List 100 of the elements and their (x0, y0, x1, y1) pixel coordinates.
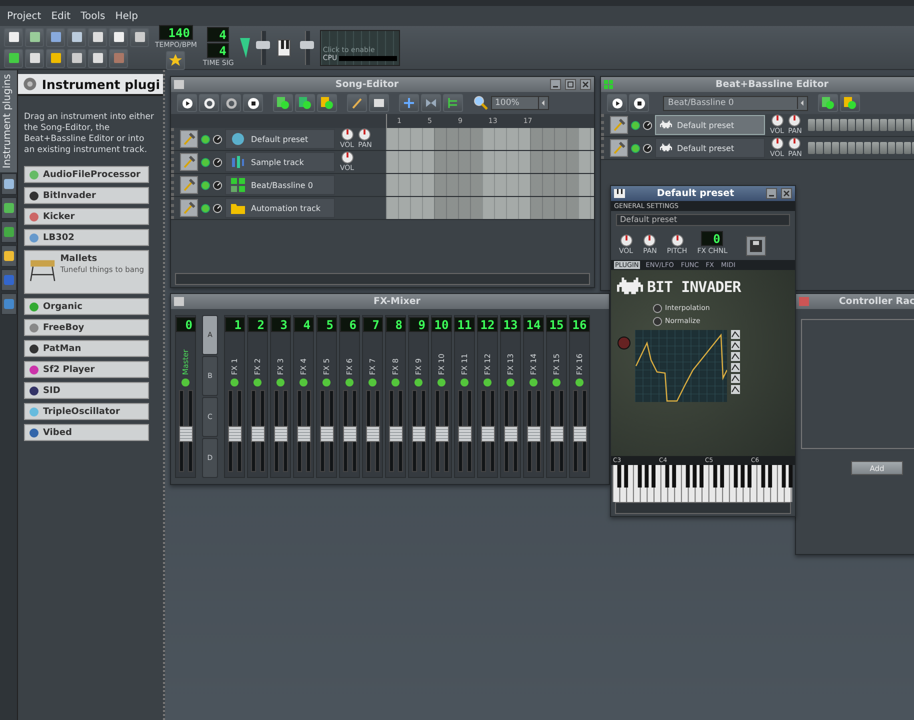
step-button[interactable] (824, 142, 831, 154)
play-button[interactable] (607, 94, 627, 112)
hammer-icon[interactable] (180, 199, 198, 217)
side-tab-button[interactable] (1, 293, 17, 316)
wave-shape-button[interactable] (731, 330, 740, 339)
edit-mode-button[interactable] (369, 94, 389, 112)
fader-handle[interactable] (320, 426, 334, 442)
knob[interactable] (620, 234, 633, 247)
side-tab-button[interactable] (1, 173, 17, 196)
mute-led[interactable] (345, 378, 354, 387)
fader-handle[interactable] (412, 426, 426, 442)
step-button[interactable] (840, 142, 847, 154)
mute-led[interactable] (391, 378, 400, 387)
track-name-button[interactable]: Default preset (225, 129, 335, 149)
step-button[interactable] (816, 119, 823, 131)
fader-handle[interactable] (342, 426, 356, 442)
fader-handle[interactable] (250, 426, 264, 442)
step-button[interactable] (832, 119, 839, 131)
step-button[interactable] (896, 119, 903, 131)
mute-led[interactable] (575, 378, 584, 387)
mute-led[interactable] (181, 378, 190, 387)
star-button[interactable] (166, 51, 186, 70)
mute-led[interactable] (631, 120, 640, 130)
knob[interactable] (788, 114, 802, 127)
plugin-item[interactable]: SID (24, 382, 149, 399)
toolbar-button[interactable] (130, 28, 149, 46)
menu-item[interactable]: Tools (78, 8, 108, 24)
toolbar-button[interactable] (46, 48, 65, 68)
knob[interactable] (340, 151, 354, 164)
step-button[interactable] (848, 142, 855, 154)
step-button[interactable] (848, 119, 855, 131)
toolbar-button[interactable] (67, 28, 86, 46)
mute-led[interactable] (299, 378, 308, 387)
preset-name-field[interactable]: Default preset (616, 214, 790, 226)
record-button[interactable] (199, 94, 219, 112)
horizontal-scrollbar[interactable] (175, 273, 590, 285)
mute-led[interactable] (483, 378, 492, 387)
step-button[interactable] (904, 142, 911, 154)
track-lane[interactable] (386, 174, 594, 196)
plugin-item[interactable]: PatMan (24, 340, 149, 357)
wave-shape-button[interactable] (731, 384, 740, 394)
plugin-item[interactable]: TripleOscillator (24, 403, 149, 420)
hammer-icon[interactable] (180, 153, 198, 171)
solo-knob[interactable] (643, 120, 652, 130)
track-lane[interactable] (386, 151, 594, 173)
minimize-button[interactable] (550, 79, 561, 90)
step-button[interactable] (864, 142, 871, 154)
fader-handle[interactable] (228, 426, 242, 442)
fader-handle[interactable] (526, 426, 540, 442)
hammer-icon[interactable] (180, 176, 198, 194)
mute-led[interactable] (460, 378, 469, 387)
side-tab-button[interactable] (1, 245, 17, 268)
mute-led[interactable] (552, 378, 561, 387)
fader-handle[interactable] (434, 426, 448, 442)
side-tab-button[interactable] (1, 197, 17, 220)
knob[interactable] (670, 234, 684, 247)
mute-led[interactable] (506, 378, 515, 387)
toolbar-button[interactable] (109, 28, 128, 46)
mute-led[interactable] (322, 378, 331, 387)
toolbar-button[interactable] (88, 48, 107, 68)
mute-led[interactable] (631, 144, 640, 152)
draw-mode-button[interactable] (347, 94, 367, 112)
mute-led[interactable] (230, 378, 239, 387)
mute-led[interactable] (414, 378, 423, 387)
fader-handle[interactable] (178, 426, 192, 442)
fader-handle[interactable] (366, 426, 380, 442)
menu-item[interactable]: Help (112, 8, 142, 24)
mute-led[interactable] (201, 158, 210, 166)
solo-knob[interactable] (213, 180, 222, 190)
hammer-icon[interactable] (610, 139, 628, 157)
fader-handle[interactable] (504, 426, 518, 442)
step-button[interactable] (832, 142, 839, 154)
knob[interactable] (770, 137, 784, 150)
step-button[interactable] (888, 119, 895, 131)
step-button[interactable] (808, 142, 815, 154)
plugin-item[interactable]: AudioFileProcessor (24, 166, 149, 183)
fader-handle[interactable] (480, 426, 494, 442)
knob[interactable] (770, 114, 784, 127)
play-button[interactable] (177, 94, 197, 112)
knob[interactable] (358, 128, 372, 141)
step-button[interactable] (904, 119, 911, 131)
side-tab[interactable]: Instrument plugins (0, 70, 17, 172)
slider-handle[interactable] (256, 40, 270, 49)
step-button[interactable] (816, 142, 823, 154)
toolbar-button[interactable] (67, 48, 86, 68)
step-button[interactable] (872, 142, 879, 154)
stop-button[interactable] (243, 94, 263, 112)
marker-button[interactable] (399, 94, 419, 112)
toolbar-button[interactable] (46, 28, 65, 46)
piano-keyboard[interactable] (611, 464, 794, 502)
menu-item[interactable]: Project (4, 8, 44, 24)
plugin-item[interactable]: Sf2 Player (24, 361, 149, 378)
waveform-graph[interactable] (635, 330, 727, 402)
knob[interactable] (340, 128, 354, 141)
zoom-combo[interactable]: 100% (491, 96, 549, 110)
fader-handle[interactable] (274, 426, 288, 442)
step-button[interactable] (880, 142, 887, 154)
fader-handle[interactable] (550, 426, 564, 442)
step-button[interactable] (808, 119, 815, 131)
step-button[interactable] (840, 119, 847, 131)
